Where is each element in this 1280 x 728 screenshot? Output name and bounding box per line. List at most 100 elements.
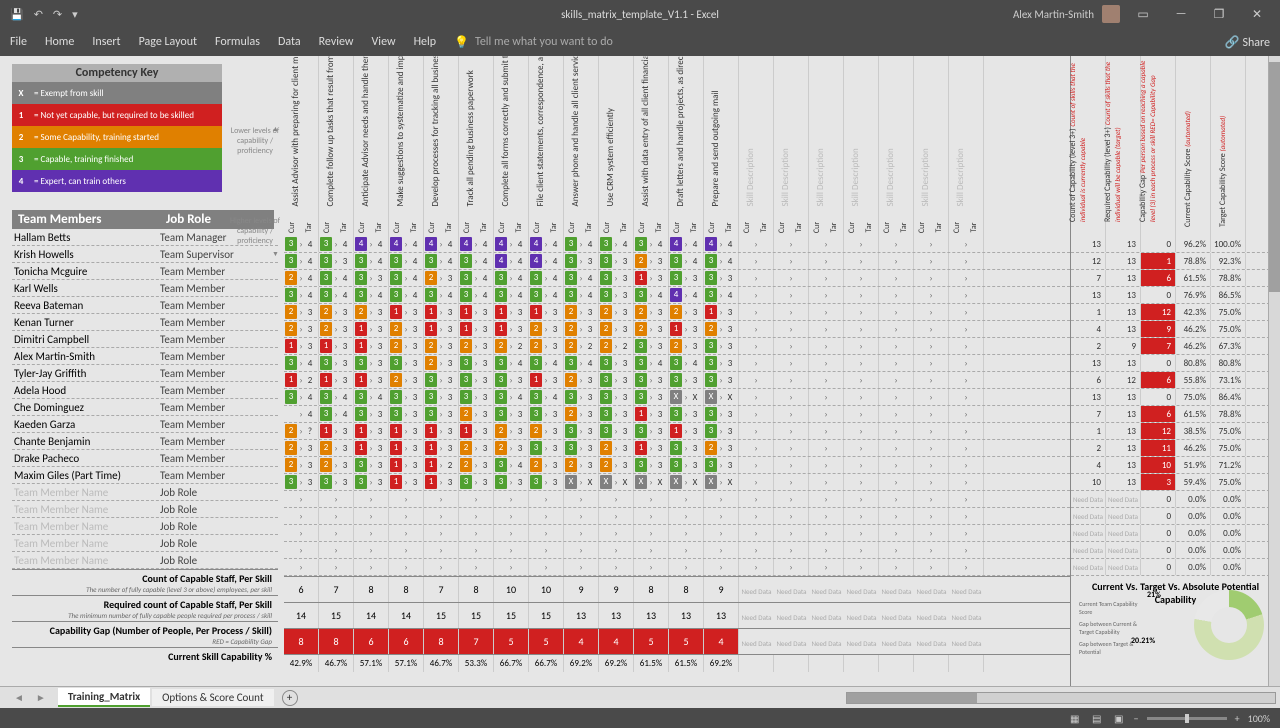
right-cell[interactable]: 12	[1141, 423, 1176, 439]
score-cell-empty[interactable]: ›	[739, 253, 774, 269]
right-cell[interactable]: Need Data	[1071, 542, 1106, 558]
zoom-out-icon[interactable]: −	[1134, 712, 1139, 725]
score-cell[interactable]: 1 › 3	[354, 338, 389, 354]
score-cell-empty[interactable]: ›	[704, 542, 739, 558]
score-cell[interactable]: 3 › 4	[284, 389, 319, 405]
score-cell[interactable]: 2 › 3	[284, 440, 319, 456]
score-cell-empty[interactable]: ›	[914, 338, 949, 354]
summary-cell[interactable]: 13	[704, 603, 739, 628]
score-cell[interactable]: 3 › 4	[494, 355, 529, 371]
score-cell[interactable]: 3 › 4	[704, 287, 739, 303]
score-cell[interactable]: 2 › 3	[284, 304, 319, 320]
score-cell[interactable]: X › X	[704, 474, 739, 490]
score-cell[interactable]: 1 › 3	[494, 321, 529, 337]
score-cell-empty[interactable]: ›	[739, 440, 774, 456]
score-cell-empty[interactable]: ›	[879, 440, 914, 456]
score-cell[interactable]: 3 › 3	[564, 423, 599, 439]
horizontal-scrollbar[interactable]	[846, 692, 1276, 704]
summary-pct-cell[interactable]: 69.2%	[704, 655, 739, 672]
score-cell[interactable]: 3 › 4	[564, 355, 599, 371]
score-cell[interactable]: 1 › 3	[284, 338, 319, 354]
right-cell[interactable]: 13	[1106, 406, 1141, 422]
right-cell[interactable]: 0.0%	[1176, 508, 1211, 524]
score-cell-empty[interactable]: ›	[284, 559, 319, 575]
score-cell[interactable]: 3 › 3	[599, 406, 634, 422]
summary-cell[interactable]: 14	[389, 603, 424, 628]
score-cell-empty[interactable]: ›	[879, 542, 914, 558]
score-cell-empty[interactable]: ›	[424, 508, 459, 524]
right-cell[interactable]: 76.9%	[1176, 287, 1211, 303]
right-cell[interactable]: 78.8%	[1211, 406, 1246, 422]
save-icon[interactable]: 💾	[10, 8, 24, 21]
summary-cell[interactable]: 5	[669, 629, 704, 654]
score-cell[interactable]: X › X	[669, 474, 704, 490]
skill-header[interactable]: Complete all forms correctly and submit …	[494, 56, 529, 236]
need-data-cell[interactable]: Need Data	[914, 610, 949, 622]
score-cell[interactable]: 3 › 3	[599, 287, 634, 303]
score-cell[interactable]: 1 › 3	[319, 338, 354, 354]
score-cell-empty[interactable]: ›	[774, 389, 809, 405]
score-cell-empty[interactable]: ›	[949, 253, 984, 269]
score-cell[interactable]: 3 › 3	[704, 423, 739, 439]
member-row-empty[interactable]: Team Member NameJob Role	[12, 518, 278, 535]
score-cell-empty[interactable]: ›	[809, 491, 844, 507]
score-cell-empty[interactable]: ›	[739, 372, 774, 388]
sheet-nav-prev-icon[interactable]: ◄	[14, 691, 24, 704]
score-cell-empty[interactable]: ›	[284, 491, 319, 507]
score-cell-empty[interactable]: ›	[879, 474, 914, 490]
skill-header[interactable]: Track all pending business paperwork Cur…	[459, 56, 494, 236]
score-cell[interactable]: 2 › 3	[459, 338, 494, 354]
score-cell[interactable]: 3 › 3	[634, 372, 669, 388]
skill-header[interactable]: Skill Description CurTar	[879, 56, 914, 236]
score-cell-empty[interactable]: ›	[914, 474, 949, 490]
right-cell[interactable]: 0.0%	[1211, 508, 1246, 524]
score-cell[interactable]: 2 › 3	[459, 440, 494, 456]
skill-header[interactable]: Complete follow up tasks that result fro…	[319, 56, 354, 236]
score-cell[interactable]: 2 › 3	[424, 338, 459, 354]
score-cell[interactable]: 2 › 3	[564, 406, 599, 422]
score-cell-empty[interactable]: ›	[879, 321, 914, 337]
score-cell[interactable]: 3 › 3	[669, 457, 704, 473]
score-cell-empty[interactable]: ›	[844, 542, 879, 558]
score-cell[interactable]: 2 › 3	[319, 304, 354, 320]
score-cell-empty[interactable]: ›	[669, 525, 704, 541]
right-cell[interactable]: 1	[1071, 304, 1106, 320]
need-data-cell[interactable]: Need Data	[739, 636, 774, 648]
score-cell-empty[interactable]: ›	[354, 542, 389, 558]
score-cell[interactable]: 1 › 2	[424, 457, 459, 473]
score-cell[interactable]: 3 › 3	[494, 372, 529, 388]
score-cell[interactable]: 3 › 4	[284, 253, 319, 269]
right-cell[interactable]: 9	[1106, 338, 1141, 354]
summary-cell[interactable]: 14	[284, 603, 319, 628]
summary-cell[interactable]: 13	[634, 603, 669, 628]
score-cell-empty[interactable]: ›	[564, 525, 599, 541]
right-cell[interactable]: 2	[1071, 338, 1106, 354]
right-cell[interactable]: 71.2%	[1211, 457, 1246, 473]
score-cell-empty[interactable]: ›	[809, 372, 844, 388]
right-cell[interactable]: 13	[1071, 236, 1106, 252]
score-cell[interactable]: 4 › 4	[424, 236, 459, 252]
score-cell-empty[interactable]: ›	[284, 542, 319, 558]
score-cell-empty[interactable]: ›	[529, 542, 564, 558]
score-cell-empty[interactable]: ›	[599, 542, 634, 558]
summary-cell[interactable]: 7	[424, 577, 459, 602]
summary-cell[interactable]: 8	[389, 577, 424, 602]
minimize-icon[interactable]: —	[1166, 7, 1196, 21]
right-cell[interactable]: Need Data	[1106, 542, 1141, 558]
score-cell[interactable]: 3 › 3	[669, 372, 704, 388]
score-cell-empty[interactable]: ›	[809, 474, 844, 490]
summary-cell[interactable]: 7	[319, 577, 354, 602]
score-cell[interactable]: 1 › 3	[459, 321, 494, 337]
summary-pct-cell[interactable]	[739, 655, 774, 672]
score-cell-empty[interactable]: ›	[844, 253, 879, 269]
need-data-cell[interactable]: Need Data	[809, 636, 844, 648]
view-layout-icon[interactable]: ▤	[1090, 712, 1104, 725]
tab-insert[interactable]: Insert	[92, 35, 120, 49]
member-row[interactable]: Maxim Giles (Part Time) Team Member	[12, 467, 278, 484]
right-cell[interactable]: 38.5%	[1176, 423, 1211, 439]
score-cell[interactable]: 3 › 4	[564, 287, 599, 303]
summary-cell[interactable]: 9	[704, 577, 739, 602]
score-cell[interactable]: 3 › 3	[704, 457, 739, 473]
score-cell[interactable]: 2 › 3	[564, 304, 599, 320]
need-data-cell[interactable]: Need Data	[844, 610, 879, 622]
